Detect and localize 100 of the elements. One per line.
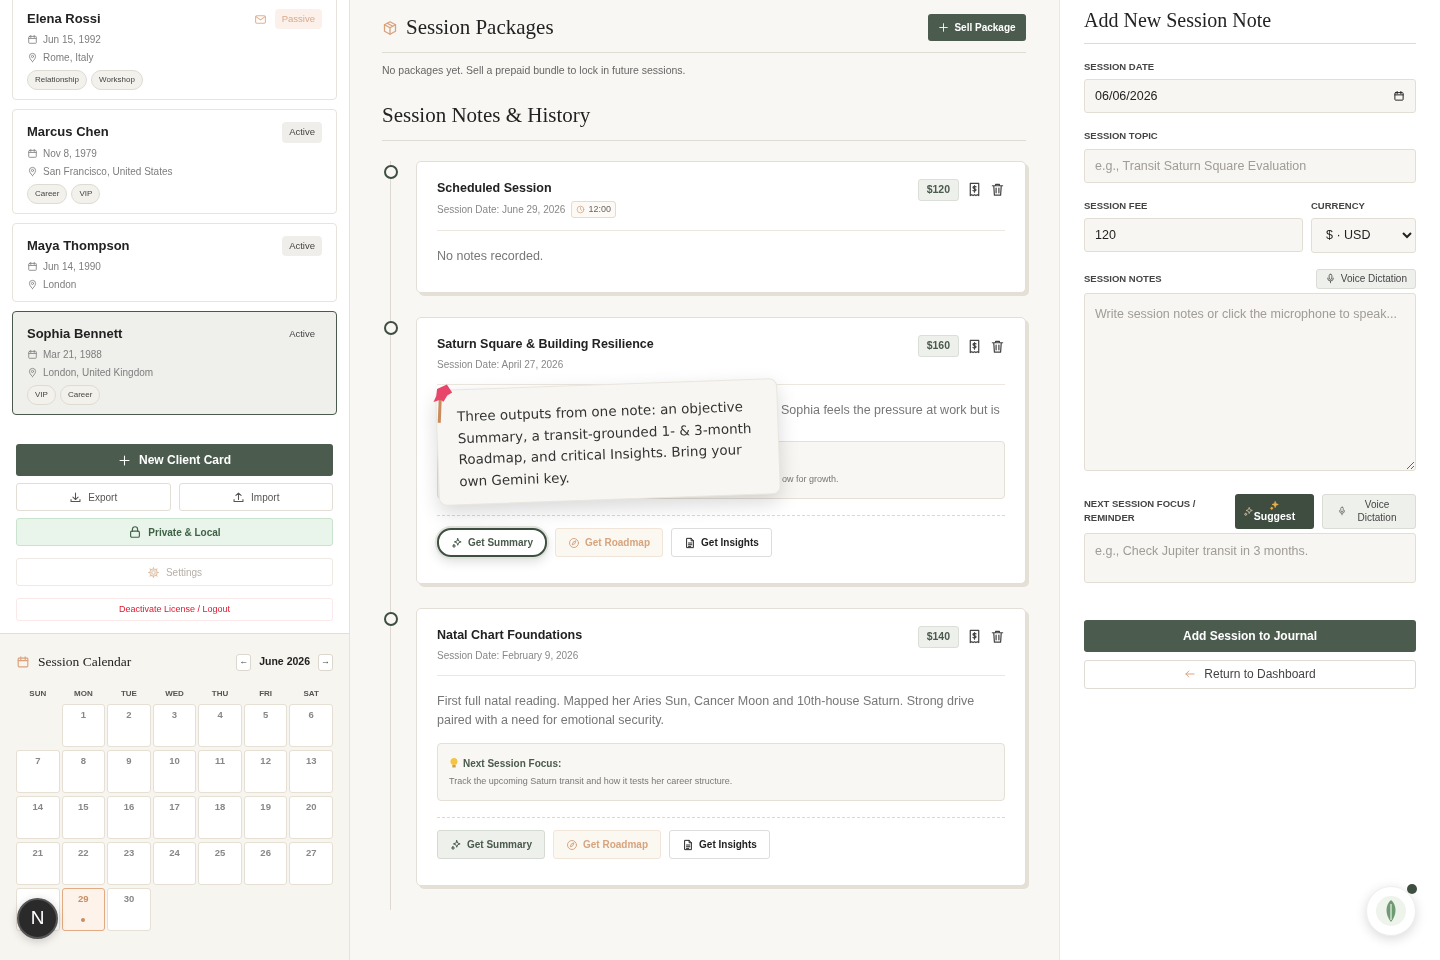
day-cell[interactable]: 10 (152, 750, 197, 794)
fee-field[interactable]: 120 (1084, 217, 1303, 252)
receipt-icon (967, 182, 982, 198)
compass-icon (566, 838, 579, 851)
location-pin-icon (27, 165, 38, 177)
client-card[interactable]: Sophia Bennett Active Mar 21, 1988 London, United Kingdom VIP Career (12, 310, 337, 415)
weekday-label: THU (210, 688, 230, 701)
voice-dictation-button[interactable]: Voice Dictation (1315, 268, 1416, 289)
next-month-button[interactable]: → (318, 653, 333, 671)
new-client-button[interactable]: New Client Card (16, 444, 333, 476)
day-cell[interactable]: 11 (198, 750, 242, 794)
client-card[interactable]: Marcus Chen Active Nov 8, 1979 San Francisco, United States Career VIP (12, 109, 337, 214)
birth-date: Jun 15, 1992 (43, 33, 101, 48)
day-cell[interactable]: 13 (289, 750, 333, 794)
day-cell[interactable]: 7 (16, 750, 60, 794)
day-cell[interactable]: 21 (16, 842, 60, 886)
day-cell[interactable]: 27 (289, 842, 333, 886)
voice-dictation-button[interactable]: Voice Dictation (1322, 493, 1416, 529)
day-cell[interactable]: 17 (152, 796, 197, 840)
delete-button[interactable] (990, 182, 1005, 198)
ai-action-button[interactable]: Get Insights (671, 528, 772, 557)
ai-action-button[interactable]: Get Summary (437, 830, 546, 859)
day-cell[interactable]: 25 (198, 842, 242, 886)
microphone-icon (1337, 506, 1347, 517)
day-cell[interactable]: 19 (243, 796, 288, 840)
day-cell[interactable]: 23 (107, 842, 151, 886)
date-field[interactable]: 06/06/2026 (1084, 79, 1416, 114)
day-cell[interactable]: 29 (61, 888, 106, 932)
weekday-label: TUE (119, 688, 138, 701)
client-card[interactable]: Elena Rossi Passive Jun 15, 1992 Rome, Italy Relationship Workshop (12, 0, 337, 101)
timeline-dot (384, 612, 398, 626)
client-tag: Workshop (91, 70, 143, 91)
receipt-button[interactable] (967, 629, 982, 645)
day-cell[interactable]: 3 (152, 704, 197, 748)
logout-button[interactable]: Deactivate License / Logout (16, 598, 333, 621)
compass-icon (568, 536, 581, 549)
client-name: Marcus Chen (27, 123, 109, 142)
day-cell[interactable]: 1 (61, 704, 106, 748)
day-cell[interactable]: 16 (107, 796, 151, 840)
assistant-button[interactable] (1366, 886, 1416, 936)
export-button[interactable]: Export (16, 483, 171, 511)
day-cell[interactable]: 14 (16, 796, 60, 840)
day-cell[interactable]: 12 (243, 750, 288, 794)
day-cell[interactable]: 9 (107, 750, 151, 794)
focus-field[interactable]: e.g., Check Jupiter transit in 3 months. (1084, 532, 1416, 583)
currency-select[interactable]: $ · USD (1311, 217, 1416, 253)
upload-icon (232, 490, 246, 504)
ai-action-button[interactable]: Get Insights (669, 830, 770, 859)
receipt-icon (967, 338, 982, 354)
fee-badge: $140 (917, 626, 959, 648)
lightbulb-icon (449, 757, 459, 769)
settings-button[interactable]: Settings (16, 558, 333, 586)
suggest-button[interactable]: Suggest (1235, 493, 1314, 529)
ai-action-button[interactable]: Get Roadmap (555, 528, 664, 557)
trash-icon (990, 338, 1005, 354)
return-button[interactable]: Return to Dashboard (1084, 659, 1416, 689)
birth-place: Rome, Italy (43, 51, 94, 66)
birth-date: Mar 21, 1988 (43, 348, 102, 362)
notes-field[interactable]: Write session notes or click the microphone to speak... (1084, 292, 1416, 471)
plus-icon (118, 453, 131, 467)
day-cell[interactable]: 20 (289, 796, 333, 840)
day-cell[interactable]: 22 (61, 842, 106, 886)
client-tag: Career (27, 183, 68, 204)
delete-button[interactable] (990, 629, 1005, 645)
previous-month-button[interactable]: ← (236, 653, 252, 671)
receipt-button[interactable] (967, 338, 982, 354)
focus-label: Next Session Focus: (463, 756, 562, 771)
calendar-icon (1393, 90, 1405, 103)
day-cell[interactable]: 15 (61, 796, 106, 840)
day-cell[interactable]: 8 (61, 750, 106, 794)
plus-icon (938, 22, 950, 34)
calendar-icon (16, 655, 30, 670)
day-cell[interactable]: 2 (107, 704, 151, 748)
client-card[interactable]: Maya Thompson Active Jun 14, 1990 London (12, 222, 337, 302)
day-cell[interactable]: 5 (243, 704, 288, 748)
day-cell[interactable]: 6 (289, 704, 333, 748)
privacy-button[interactable]: Private & Local (16, 518, 333, 546)
arrow-left-icon (1184, 668, 1197, 681)
calendar-icon (27, 349, 38, 360)
ai-action-button[interactable]: Get Summary (437, 528, 548, 557)
ai-action-button[interactable]: Get Roadmap (553, 830, 662, 859)
day-cell[interactable]: 18 (198, 796, 242, 840)
calendar-icon (27, 147, 38, 159)
birth-place: London (43, 277, 77, 292)
section-title: Session Notes & History (382, 103, 591, 128)
day-cell[interactable]: 26 (243, 842, 288, 886)
delete-button[interactable] (990, 338, 1005, 354)
client-name: Elena Rossi (27, 10, 101, 28)
add-session-button[interactable]: Add Session to Journal (1084, 619, 1416, 652)
day-cell[interactable]: 30 (107, 888, 151, 932)
day-cell[interactable]: 24 (152, 842, 197, 886)
sell-package-button[interactable]: Sell Package (928, 14, 1026, 42)
receipt-button[interactable] (967, 182, 982, 198)
day-cell[interactable]: 4 (198, 704, 242, 748)
topic-field[interactable]: e.g., Transit Saturn Square Evaluation (1084, 148, 1416, 183)
import-button[interactable]: Import (178, 483, 333, 511)
birth-date: Nov 8, 1979 (43, 146, 97, 161)
focus-text: Track the upcoming Saturn transit and how it tests her career structure. (449, 774, 734, 788)
settings-icon (146, 565, 160, 579)
download-icon (69, 490, 83, 504)
